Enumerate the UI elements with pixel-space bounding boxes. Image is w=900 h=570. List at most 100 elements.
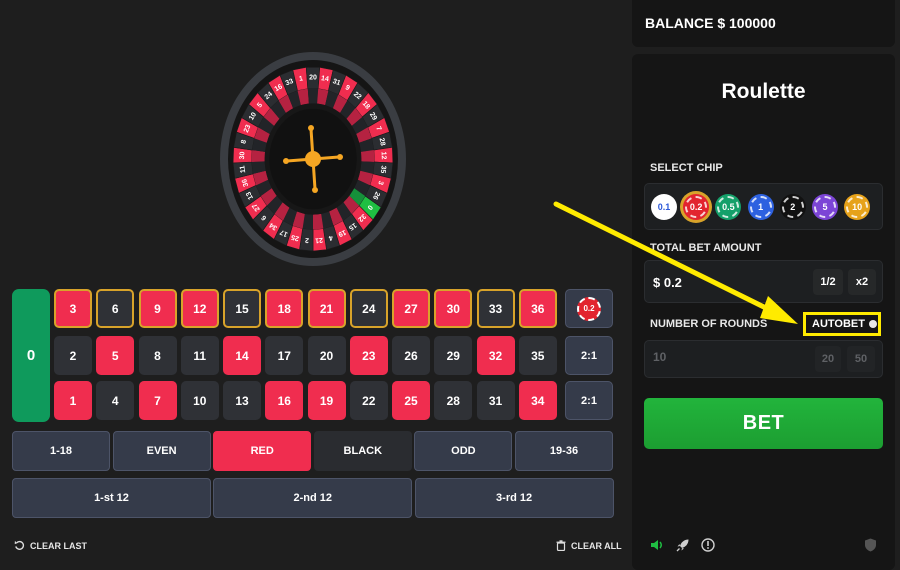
number-9[interactable]: 9 bbox=[138, 289, 177, 328]
number-label: 18 bbox=[277, 301, 291, 316]
wheel-inner-pocket bbox=[307, 88, 319, 104]
rounds-option-50[interactable]: 50 bbox=[847, 346, 875, 372]
chip-label: 0.1 bbox=[657, 200, 671, 214]
outside-bet-1-18[interactable]: 1-18 bbox=[12, 431, 110, 471]
number-13[interactable]: 13 bbox=[223, 381, 261, 420]
number-label: 3 bbox=[69, 301, 77, 316]
chip-1[interactable]: 1 bbox=[747, 194, 774, 220]
number-36[interactable]: 36 bbox=[518, 289, 557, 328]
double-bet-button[interactable]: x2 bbox=[848, 269, 876, 295]
number-1[interactable]: 1 bbox=[54, 381, 92, 420]
chip-0.2[interactable]: 0.2 bbox=[683, 194, 710, 220]
number-label: 35 bbox=[531, 348, 545, 363]
number-6[interactable]: 6 bbox=[96, 289, 135, 328]
clear-all-button[interactable]: CLEAR ALL bbox=[556, 540, 622, 551]
placed-chip: 0.2 bbox=[577, 296, 601, 321]
number-18[interactable]: 18 bbox=[265, 289, 304, 328]
number-19[interactable]: 19 bbox=[307, 381, 346, 420]
bet-button[interactable]: BET bbox=[644, 398, 883, 449]
number-2[interactable]: 2 bbox=[54, 336, 92, 375]
number-22[interactable]: 22 bbox=[349, 381, 388, 420]
number-label: 32 bbox=[488, 348, 503, 363]
number-16[interactable]: 16 bbox=[265, 381, 304, 420]
number-20[interactable]: 20 bbox=[307, 336, 346, 375]
clear-last-button[interactable]: CLEAR LAST bbox=[14, 540, 87, 551]
number-14[interactable]: 14 bbox=[223, 336, 261, 375]
wheel-number: 21 bbox=[315, 236, 323, 244]
column-bet-3[interactable]: 0.2 bbox=[565, 289, 613, 328]
chip-5[interactable]: 5 bbox=[812, 194, 838, 220]
number-3[interactable]: 3 bbox=[54, 289, 92, 328]
outside-bet-red[interactable]: RED bbox=[213, 431, 312, 471]
info-icon[interactable] bbox=[701, 538, 715, 552]
number-29[interactable]: 29 bbox=[434, 336, 473, 375]
number-8[interactable]: 8 bbox=[138, 336, 177, 375]
number-30[interactable]: 30 bbox=[434, 289, 473, 328]
number-23[interactable]: 23 bbox=[349, 336, 388, 375]
number-label: 10 bbox=[193, 393, 207, 408]
column-bet-label: 2:1 bbox=[581, 349, 597, 362]
number-11[interactable]: 11 bbox=[180, 336, 219, 375]
number-label: 36 bbox=[531, 301, 545, 316]
outside-bet-even[interactable]: EVEN bbox=[112, 431, 211, 471]
number-label: 24 bbox=[362, 301, 376, 316]
rocket-icon[interactable] bbox=[676, 538, 690, 552]
number-4[interactable]: 4 bbox=[96, 381, 135, 420]
number-zero[interactable]: 0 bbox=[12, 289, 50, 422]
dozen-bet-2[interactable]: 2-nd 12 bbox=[213, 478, 413, 518]
number-label: 20 bbox=[319, 348, 334, 363]
chip-label: 5 bbox=[818, 200, 832, 214]
outside-bet-odd[interactable]: ODD bbox=[414, 431, 513, 471]
wheel-number: 14 bbox=[320, 75, 329, 83]
number-25[interactable]: 25 bbox=[392, 381, 430, 420]
balance-text: BALANCE $ 100000 bbox=[645, 15, 776, 31]
wheel-number: 30 bbox=[239, 151, 246, 159]
wheel-number: 20 bbox=[309, 75, 317, 82]
chip-0.1[interactable]: 0.1 bbox=[651, 194, 677, 220]
number-31[interactable]: 31 bbox=[476, 381, 515, 420]
number-24[interactable]: 24 bbox=[349, 289, 388, 328]
number-33[interactable]: 33 bbox=[476, 289, 515, 328]
outside-bet-black[interactable]: BLACK bbox=[313, 431, 412, 471]
autobet-highlight-box bbox=[803, 312, 881, 336]
number-35[interactable]: 35 bbox=[518, 336, 557, 375]
number-label: 11 bbox=[193, 348, 207, 363]
number-7[interactable]: 7 bbox=[138, 381, 177, 420]
undo-icon bbox=[14, 540, 25, 550]
number-21[interactable]: 21 bbox=[307, 289, 346, 328]
number-28[interactable]: 28 bbox=[434, 381, 473, 420]
column-bet-1[interactable]: 2:1 bbox=[565, 381, 613, 420]
number-10[interactable]: 10 bbox=[180, 381, 219, 420]
wheel-number: 12 bbox=[380, 152, 387, 160]
number-label: 15 bbox=[235, 301, 249, 316]
number-26[interactable]: 26 bbox=[392, 336, 430, 375]
number-34[interactable]: 34 bbox=[518, 381, 557, 420]
number-label: 14 bbox=[235, 348, 249, 363]
number-27[interactable]: 27 bbox=[392, 289, 430, 328]
number-17[interactable]: 17 bbox=[265, 336, 304, 375]
number-label: 25 bbox=[404, 393, 418, 408]
chip-10[interactable]: 10 bbox=[844, 194, 871, 220]
chip-2[interactable]: 2 bbox=[779, 194, 806, 220]
dozen-bet-1[interactable]: 1-st 12 bbox=[12, 478, 211, 518]
sound-icon[interactable] bbox=[650, 538, 664, 552]
dozen-bet-3[interactable]: 3-rd 12 bbox=[414, 478, 614, 518]
outside-bet-19-36[interactable]: 19-36 bbox=[515, 431, 613, 471]
select-chip-label: SELECT CHIP bbox=[650, 162, 723, 174]
number-32[interactable]: 32 bbox=[476, 336, 515, 375]
column-bet-2[interactable]: 2:1 bbox=[565, 336, 613, 375]
number-label: 33 bbox=[488, 301, 503, 316]
rounds-option-20[interactable]: 20 bbox=[815, 346, 841, 372]
shield-icon[interactable] bbox=[864, 538, 877, 552]
number-label: 22 bbox=[362, 393, 376, 408]
column-bet-label: 2:1 bbox=[581, 394, 597, 407]
wheel-number: 2 bbox=[305, 236, 310, 243]
number-12[interactable]: 12 bbox=[180, 289, 219, 328]
number-label: 1 bbox=[69, 393, 77, 408]
rounds-label: NUMBER OF ROUNDS bbox=[650, 318, 768, 330]
half-bet-button[interactable]: 1/2 bbox=[813, 269, 843, 295]
number-label: 8 bbox=[154, 348, 161, 363]
number-15[interactable]: 15 bbox=[223, 289, 261, 328]
number-label: 5 bbox=[111, 348, 119, 363]
number-5[interactable]: 5 bbox=[96, 336, 135, 375]
